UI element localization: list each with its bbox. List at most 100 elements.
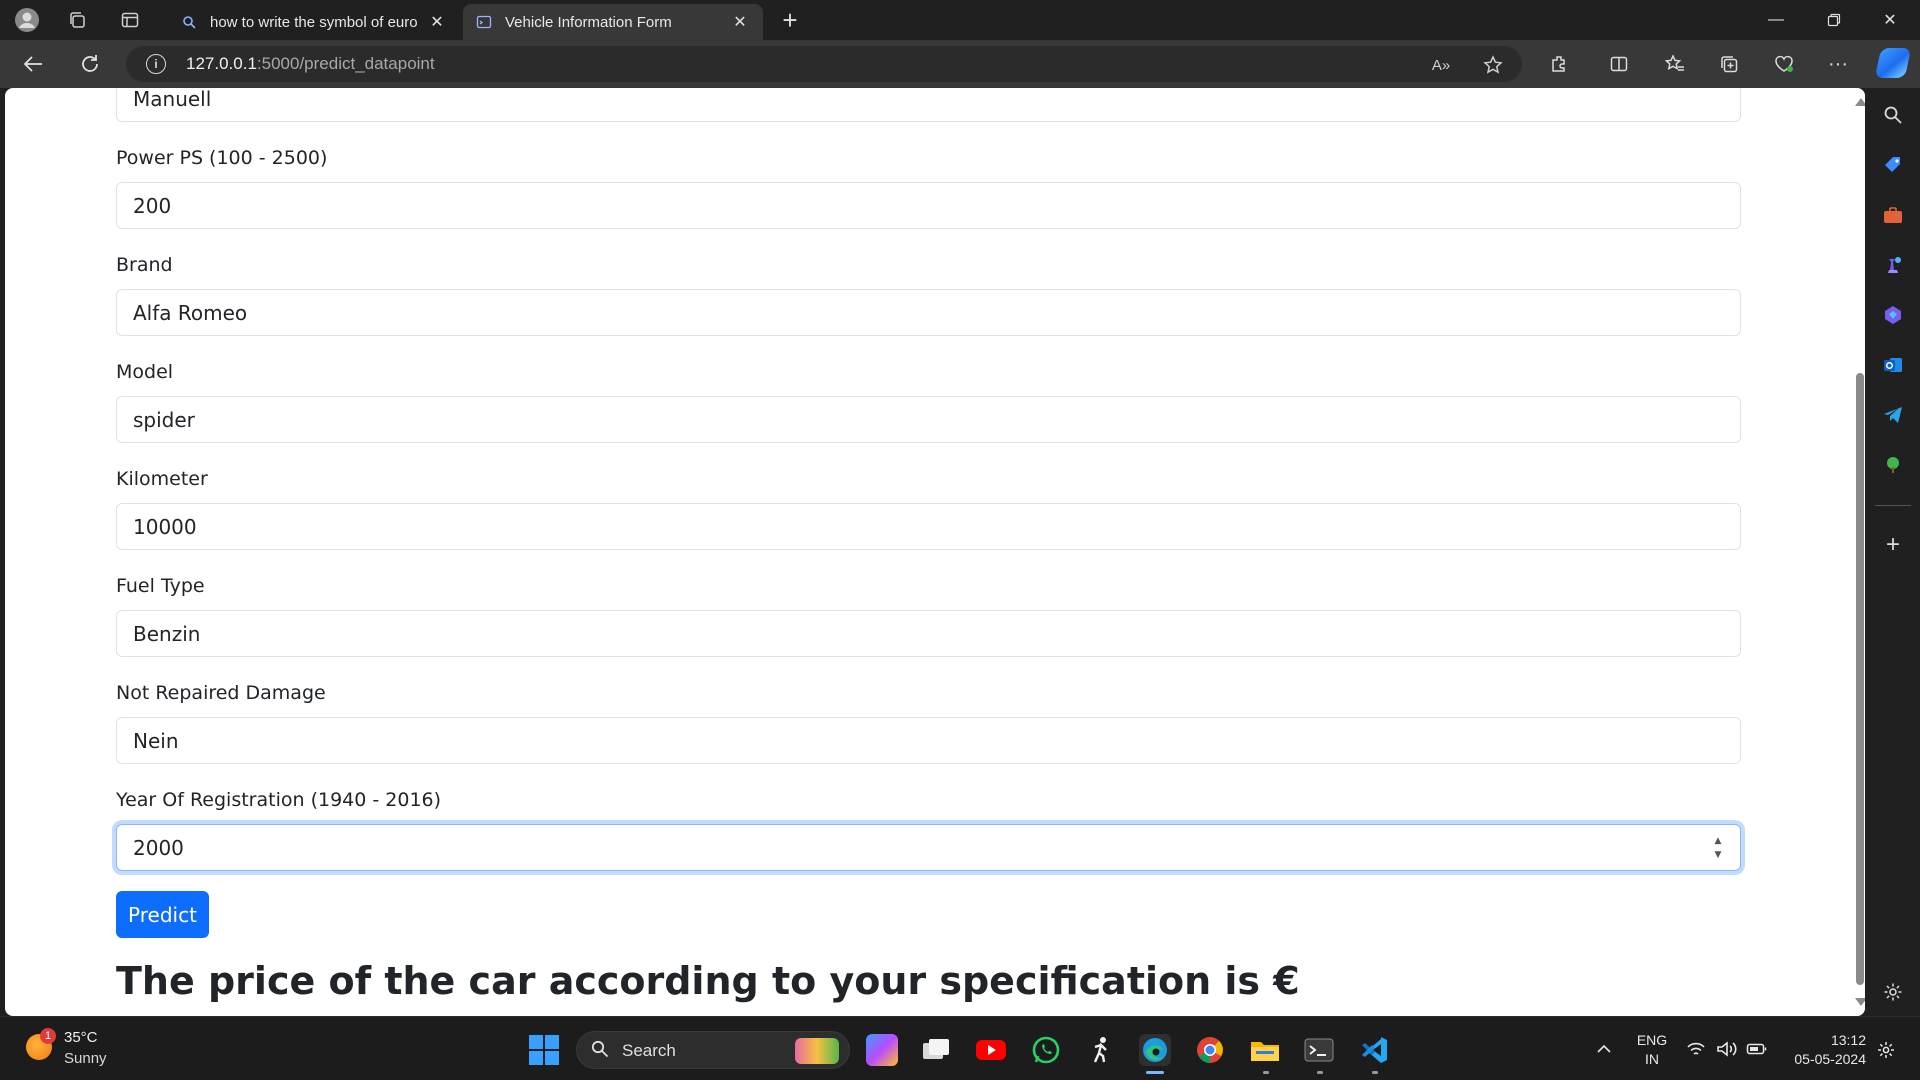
spin-down-icon[interactable]: ▼ bbox=[1715, 850, 1722, 860]
input-language-indicator[interactable]: ENG IN bbox=[1636, 1031, 1668, 1069]
browser-essentials-icon[interactable] bbox=[1770, 50, 1798, 78]
brand-select[interactable]: Alfa Romeo bbox=[116, 289, 1741, 336]
battery-icon[interactable] bbox=[1746, 1041, 1768, 1060]
split-screen-icon[interactable] bbox=[1605, 50, 1633, 78]
file-explorer-icon[interactable] bbox=[1249, 1034, 1281, 1066]
kilometer-label: Kilometer bbox=[116, 468, 208, 490]
volume-icon[interactable] bbox=[1716, 1040, 1738, 1061]
kilometer-select[interactable]: 10000 bbox=[116, 503, 1741, 550]
tab-title: how to write the symbol of euro bbox=[210, 13, 418, 31]
workspaces-icon[interactable] bbox=[64, 7, 90, 33]
browser-title-bar: how to write the symbol of euro ✕ Vehicl… bbox=[0, 0, 1920, 40]
sidebar-settings-icon[interactable] bbox=[1881, 980, 1905, 1004]
search-icon bbox=[180, 13, 198, 31]
copilot-sidebar-icon[interactable] bbox=[1881, 303, 1905, 327]
profile-avatar-icon[interactable] bbox=[14, 7, 40, 33]
search-highlight-icon bbox=[795, 1038, 839, 1064]
prediction-result-heading: The price of the car according to your s… bbox=[116, 959, 1300, 1003]
fuel-type-label: Fuel Type bbox=[116, 575, 205, 597]
url-host: 127.0.0.1 bbox=[186, 54, 257, 73]
back-button[interactable] bbox=[20, 50, 48, 78]
spin-up-icon[interactable]: ▲ bbox=[1715, 836, 1722, 846]
favorite-star-icon[interactable] bbox=[1482, 54, 1504, 76]
predict-button[interactable]: Predict bbox=[116, 891, 209, 938]
show-hidden-icons-chevron-icon[interactable] bbox=[1595, 1040, 1613, 1061]
restore-button[interactable] bbox=[1806, 0, 1862, 40]
year-of-registration-value: 2000 bbox=[133, 835, 184, 860]
taskbar-search-box[interactable]: Search bbox=[576, 1031, 850, 1069]
tools-briefcase-icon[interactable] bbox=[1881, 203, 1905, 227]
lang-primary: ENG bbox=[1636, 1032, 1668, 1048]
tab-vehicle-form[interactable]: Vehicle Information Form ✕ bbox=[463, 4, 763, 40]
brand-value: Alfa Romeo bbox=[133, 300, 248, 325]
tab-title: Vehicle Information Form bbox=[505, 13, 672, 31]
gearbox-value: Manuell bbox=[133, 88, 212, 111]
site-info-icon[interactable]: i bbox=[146, 54, 166, 74]
read-aloud-icon[interactable]: A» bbox=[1430, 54, 1452, 76]
scroll-up-arrow-icon[interactable] bbox=[1855, 98, 1865, 106]
send-telegram-icon[interactable] bbox=[1881, 403, 1905, 427]
weather-temperature[interactable]: 35°C bbox=[64, 1029, 98, 1046]
more-options-icon[interactable]: ··· bbox=[1824, 50, 1852, 78]
outlook-icon[interactable] bbox=[1881, 353, 1905, 377]
year-of-registration-label: Year Of Registration (1940 - 2016) bbox=[116, 789, 442, 811]
refresh-button[interactable] bbox=[76, 50, 104, 78]
youtube-icon[interactable] bbox=[975, 1034, 1007, 1066]
add-sidebar-app-icon[interactable]: + bbox=[1881, 531, 1905, 558]
windows-start-icon[interactable] bbox=[529, 1035, 559, 1065]
minimize-button[interactable]: — bbox=[1748, 0, 1804, 40]
fuel-type-select[interactable]: Benzin bbox=[116, 610, 1741, 657]
sidebar-divider bbox=[1875, 505, 1911, 506]
search-icon bbox=[591, 1040, 609, 1063]
model-select[interactable]: spider bbox=[116, 396, 1741, 443]
gearbox-select[interactable]: Manuell bbox=[116, 88, 1741, 122]
clock[interactable]: 13:12 05-05-2024 bbox=[1782, 1031, 1866, 1069]
browser-toolbar: i 127.0.0.1:5000/predict_datapoint A» ··… bbox=[0, 40, 1920, 88]
fuel-type-value: Benzin bbox=[133, 621, 201, 646]
wifi-icon[interactable] bbox=[1686, 1040, 1706, 1061]
favorites-icon[interactable] bbox=[1661, 50, 1689, 78]
new-tab-button[interactable]: + bbox=[776, 5, 804, 35]
page-viewport: Manuell Power PS (100 - 2500) 200 Brand … bbox=[5, 88, 1865, 1016]
copilot-preview-app-icon[interactable] bbox=[866, 1034, 898, 1066]
task-view-icon[interactable] bbox=[920, 1034, 952, 1066]
extensions-icon[interactable] bbox=[1545, 50, 1573, 78]
edge-browser-icon[interactable] bbox=[1139, 1034, 1171, 1066]
collections-icon[interactable] bbox=[1715, 50, 1743, 78]
power-ps-input[interactable]: 200 bbox=[116, 182, 1741, 229]
weather-description[interactable]: Sunny bbox=[64, 1050, 107, 1067]
year-of-registration-input[interactable]: 2000 ▲ ▼ bbox=[116, 824, 1741, 871]
scroll-down-arrow-icon[interactable] bbox=[1855, 998, 1865, 1006]
address-bar[interactable]: i 127.0.0.1:5000/predict_datapoint A» bbox=[126, 46, 1522, 82]
close-window-button[interactable]: ✕ bbox=[1862, 0, 1918, 40]
number-spinner[interactable]: ▲ ▼ bbox=[1712, 836, 1724, 860]
vscode-icon[interactable] bbox=[1358, 1034, 1390, 1066]
scrollbar-thumb[interactable] bbox=[1856, 373, 1864, 985]
notification-settings-icon[interactable] bbox=[1876, 1040, 1896, 1063]
tree-game-icon[interactable] bbox=[1881, 453, 1905, 477]
not-repaired-damage-label: Not Repaired Damage bbox=[116, 682, 326, 704]
sidebar-search-icon[interactable] bbox=[1881, 103, 1905, 127]
running-indicator bbox=[1146, 1071, 1164, 1074]
model-value: spider bbox=[133, 407, 195, 432]
close-tab-icon[interactable]: ✕ bbox=[729, 11, 751, 33]
runner-app-icon[interactable] bbox=[1084, 1034, 1116, 1066]
chrome-icon[interactable] bbox=[1194, 1034, 1226, 1066]
power-ps-value: 200 bbox=[133, 193, 172, 218]
power-ps-label: Power PS (100 - 2500) bbox=[116, 147, 328, 169]
games-chess-icon[interactable] bbox=[1881, 253, 1905, 277]
vertical-tabs-icon[interactable] bbox=[117, 7, 143, 33]
terminal-icon[interactable] bbox=[1303, 1034, 1335, 1066]
whatsapp-icon[interactable] bbox=[1030, 1034, 1062, 1066]
running-indicator bbox=[1372, 1071, 1378, 1074]
shopping-tag-icon[interactable] bbox=[1881, 153, 1905, 177]
close-tab-icon[interactable]: ✕ bbox=[426, 11, 448, 33]
url-text[interactable]: 127.0.0.1:5000/predict_datapoint bbox=[186, 54, 435, 74]
tab-search-euro[interactable]: how to write the symbol of euro ✕ bbox=[168, 4, 460, 40]
brand-label: Brand bbox=[116, 254, 173, 276]
clock-time: 13:12 bbox=[1830, 1032, 1866, 1048]
not-repaired-damage-select[interactable]: Nein bbox=[116, 717, 1741, 764]
notification-badge: 1 bbox=[40, 1028, 56, 1044]
not-repaired-damage-value: Nein bbox=[133, 728, 179, 753]
running-indicator bbox=[1263, 1071, 1269, 1074]
